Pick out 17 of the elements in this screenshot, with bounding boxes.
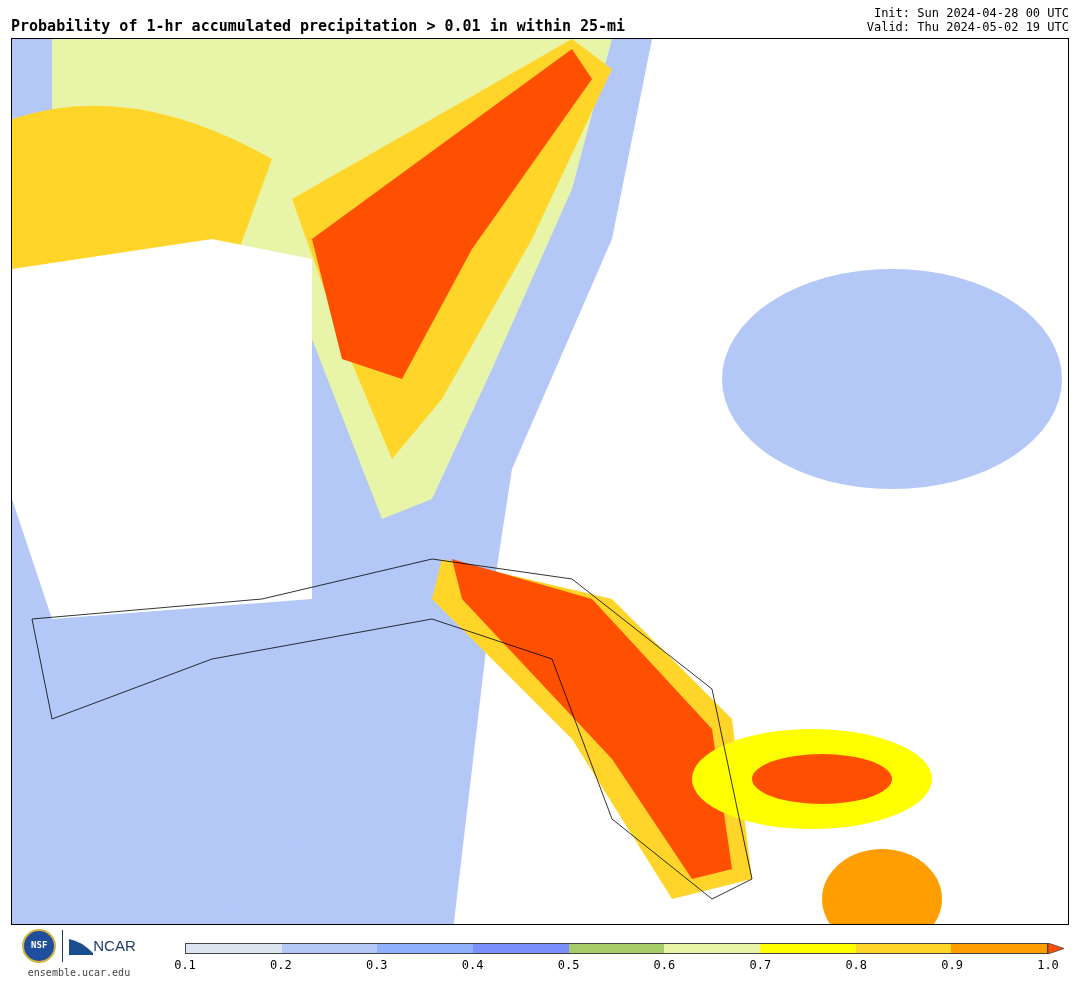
colorbar-tick-label: 0.6: [653, 957, 676, 974]
colorbar-tick-label: 0.7: [749, 957, 772, 974]
valid-time: Valid: Thu 2024-05-02 19 UTC: [866, 20, 1069, 34]
ncar-logo: NCAR: [93, 935, 136, 956]
colorbar-tick-label: 0.8: [845, 957, 868, 974]
site-url: ensemble.ucar.edu: [27, 966, 131, 980]
colorbar-tick-label: 0.9: [941, 957, 963, 974]
colorbar-tick-label: 0.1: [174, 957, 196, 974]
colorbar-tick-label: 0.5: [557, 957, 580, 974]
colorbar-tick-label: 1.0: [1037, 957, 1059, 974]
colorbar-tick-label: 0.2: [270, 957, 292, 974]
colorbar-tick-label: 0.3: [365, 957, 388, 974]
colorbar-tick-label: 0.4: [461, 957, 484, 974]
init-time: Init: Sun 2024-04-28 00 UTC: [873, 6, 1069, 20]
nsf-logo: NSF: [22, 929, 57, 963]
chart-title: Probability of 1-hr accumulated precipitation > 0.01 in within 25-mi: [11, 19, 626, 34]
ncar-wave-icon: [69, 937, 94, 955]
